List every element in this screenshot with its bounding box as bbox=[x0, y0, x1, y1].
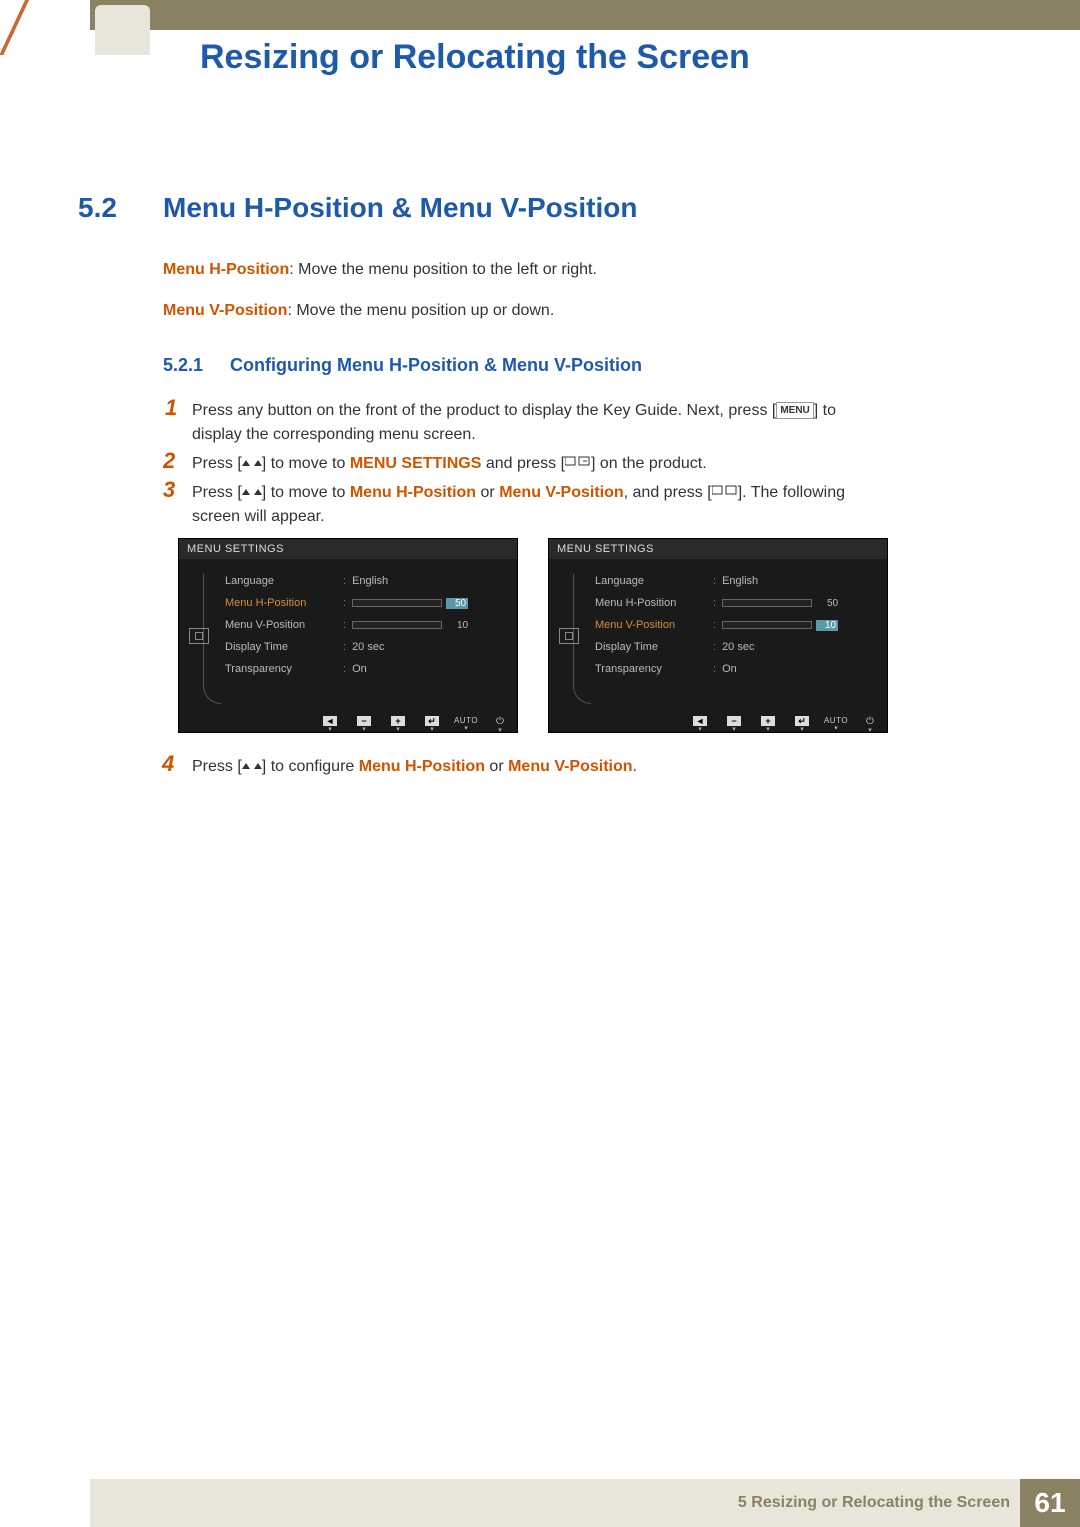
osd-label-language: Language bbox=[595, 573, 707, 589]
desc-h-label: Menu H-Position bbox=[163, 261, 289, 278]
enter-icon: ↵▾ bbox=[793, 716, 811, 728]
desc-h-position: Menu H-Position: Move the menu position … bbox=[163, 258, 597, 282]
osd-label-vpos: Menu V-Position bbox=[595, 617, 707, 633]
step-4-number: 4 bbox=[162, 751, 174, 777]
osd-vpos-value: 10 bbox=[816, 620, 838, 631]
osd-value-dtime: 20 sec bbox=[352, 641, 384, 653]
footer-chapter: 5 Resizing or Relocating the Screen bbox=[738, 1494, 1010, 1512]
auto-icon: AUTO▾ bbox=[457, 716, 475, 728]
position-icon bbox=[559, 628, 579, 644]
footer-bar: 5 Resizing or Relocating the Screen 61 bbox=[90, 1479, 1080, 1527]
menu-button-label: MENU bbox=[776, 402, 813, 419]
section-number: 5.2 bbox=[78, 192, 117, 224]
step-4-text: Press [ ] to configure Menu H-Position o… bbox=[192, 755, 882, 779]
step-1-text: Press any button on the front of the pro… bbox=[192, 399, 882, 447]
osd-footer-icons: ◄▾ −▾ +▾ ↵▾ AUTO▾ ⏻▾ bbox=[691, 716, 879, 728]
osd-panel-vpos: MENU SETTINGS Language Menu H-Position M… bbox=[548, 538, 888, 733]
up-down-arrow-icon bbox=[242, 755, 262, 779]
osd-panel-hpos: MENU SETTINGS Language Menu H-Position M… bbox=[178, 538, 518, 733]
step-2-number: 2 bbox=[163, 448, 175, 474]
section-title: Menu H-Position & Menu V-Position bbox=[163, 192, 637, 224]
enter-icon: ↵▾ bbox=[423, 716, 441, 728]
step-1-number: 1 bbox=[165, 395, 177, 421]
desc-h-text: : Move the menu position to the left or … bbox=[289, 261, 597, 278]
osd-label-hpos: Menu H-Position bbox=[595, 595, 707, 611]
osd-hpos-slider: 50 bbox=[722, 598, 838, 609]
desc-v-position: Menu V-Position: Move the menu position … bbox=[163, 299, 554, 323]
page-title: Resizing or Relocating the Screen bbox=[200, 38, 750, 77]
osd-vpos-value: 10 bbox=[446, 620, 468, 631]
subsection-title: Configuring Menu H-Position & Menu V-Pos… bbox=[230, 355, 642, 376]
osd-label-vpos: Menu V-Position bbox=[225, 617, 337, 633]
desc-v-label: Menu V-Position bbox=[163, 302, 287, 319]
step-3-number: 3 bbox=[163, 477, 175, 503]
osd-vpos-slider: 10 bbox=[352, 620, 468, 631]
minus-icon: −▾ bbox=[725, 716, 743, 728]
osd-value-transp: On bbox=[352, 663, 367, 675]
power-icon: ⏻▾ bbox=[861, 716, 879, 728]
decorative-stripe bbox=[0, 0, 29, 55]
osd-label-hpos: Menu H-Position bbox=[225, 595, 337, 611]
osd-title: MENU SETTINGS bbox=[179, 539, 517, 559]
step-2-text: Press [ ] to move to MENU SETTINGS and p… bbox=[192, 452, 882, 476]
osd-label-transp: Transparency bbox=[225, 661, 337, 677]
page-number: 61 bbox=[1020, 1479, 1080, 1527]
subsection-number: 5.2.1 bbox=[163, 355, 203, 376]
plus-icon: +▾ bbox=[389, 716, 407, 728]
osd-value-language: English bbox=[352, 575, 388, 587]
up-down-arrow-icon bbox=[242, 481, 262, 505]
osd-label-dtime: Display Time bbox=[595, 639, 707, 655]
chapter-badge bbox=[95, 5, 150, 55]
auto-icon: AUTO▾ bbox=[827, 716, 845, 728]
osd-label-dtime: Display Time bbox=[225, 639, 337, 655]
osd-label-language: Language bbox=[225, 573, 337, 589]
osd-footer-icons: ◄▾ −▾ +▾ ↵▾ AUTO▾ ⏻▾ bbox=[321, 716, 509, 728]
osd-value-transp: On bbox=[722, 663, 737, 675]
enter-source-icon bbox=[712, 481, 738, 505]
osd-hpos-value: 50 bbox=[446, 598, 468, 609]
osd-label-transp: Transparency bbox=[595, 661, 707, 677]
osd-hpos-value: 50 bbox=[816, 598, 838, 609]
minus-icon: −▾ bbox=[355, 716, 373, 728]
osd-value-language: English bbox=[722, 575, 758, 587]
menu-settings-label: MENU SETTINGS bbox=[350, 455, 482, 472]
back-icon: ◄▾ bbox=[321, 716, 339, 728]
up-down-arrow-icon bbox=[242, 452, 262, 476]
power-icon: ⏻▾ bbox=[491, 716, 509, 728]
back-icon: ◄▾ bbox=[691, 716, 709, 728]
osd-hpos-slider: 50 bbox=[352, 598, 468, 609]
osd-vpos-slider: 10 bbox=[722, 620, 838, 631]
plus-icon: +▾ bbox=[759, 716, 777, 728]
desc-v-text: : Move the menu position up or down. bbox=[287, 302, 554, 319]
enter-source-icon bbox=[565, 452, 591, 476]
top-bar bbox=[90, 0, 1080, 30]
osd-value-dtime: 20 sec bbox=[722, 641, 754, 653]
position-icon bbox=[189, 628, 209, 644]
osd-screenshots: MENU SETTINGS Language Menu H-Position M… bbox=[178, 538, 888, 733]
step-3-text: Press [ ] to move to Menu H-Position or … bbox=[192, 481, 882, 529]
osd-title: MENU SETTINGS bbox=[549, 539, 887, 559]
